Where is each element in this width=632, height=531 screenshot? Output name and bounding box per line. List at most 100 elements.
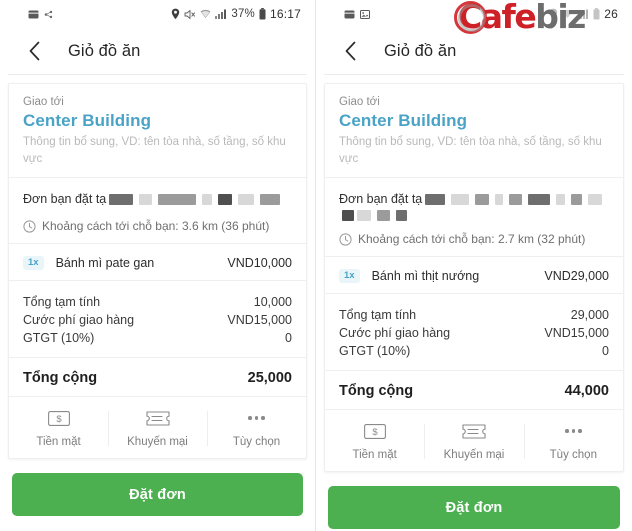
grand-total-value: 44,000 xyxy=(564,383,609,400)
order-item-row[interactable]: 1x Bánh mì thịt nướng VND29,000 xyxy=(339,269,609,283)
item-quantity-badge: 1x xyxy=(23,256,44,270)
items-section: 1x Bánh mì pate gan VND10,000 xyxy=(9,243,306,280)
back-button[interactable] xyxy=(22,39,46,63)
redacted-merchant-block xyxy=(109,194,134,206)
options-button[interactable]: Tùy chọn xyxy=(207,409,306,448)
totals-section: Tổng tạm tính 29,000 Cước phí giao hàng … xyxy=(325,293,623,370)
clock-time-label: 16:17 xyxy=(269,7,301,21)
promotion-label: Khuyến mại xyxy=(127,436,188,449)
redacted-merchant-block xyxy=(377,210,390,222)
battery-icon xyxy=(259,8,266,20)
status-bar-left-icons xyxy=(28,10,53,19)
vat-label: GTGT (10%) xyxy=(23,331,95,346)
redacted-merchant-block xyxy=(451,194,470,206)
bluetooth-share-icon xyxy=(44,10,53,19)
order-card: Giao tới Center Building Thông tin bổ su… xyxy=(8,83,307,460)
submit-area: Đặt đơn xyxy=(0,459,315,517)
mute-icon xyxy=(184,9,196,20)
cash-icon: $ xyxy=(363,422,386,440)
voucher-ticket-icon xyxy=(462,422,486,440)
order-from-row: Đơn bạn đặt tạ xyxy=(23,190,292,209)
place-order-button[interactable]: Đặt đơn xyxy=(328,486,620,530)
chevron-left-icon xyxy=(28,41,41,61)
wallet-icon xyxy=(344,10,355,19)
redacted-merchant-block xyxy=(357,210,371,222)
delivery-address: Center Building xyxy=(23,111,152,130)
page-title: Giỏ đồ ăn xyxy=(384,41,457,60)
promotion-button[interactable]: Khuyến mại xyxy=(424,422,523,461)
distance-row: Khoảng cách tới chỗ bạn: 2.7 km (32 phút… xyxy=(339,232,609,246)
delivery-to-label: Giao tới xyxy=(339,96,380,108)
vat-row: GTGT (10%) 0 xyxy=(339,342,609,360)
redacted-merchant-block xyxy=(260,194,281,206)
redacted-merchant-block xyxy=(588,194,603,206)
item-price: VND29,000 xyxy=(544,269,609,284)
order-card: Giao tới Center Building Thông tin bổ su… xyxy=(324,83,624,473)
status-bar-right-group: 26 xyxy=(549,7,618,21)
order-from-label: Đơn bạn đặt tạ xyxy=(23,192,107,207)
back-button[interactable] xyxy=(338,39,362,63)
options-label: Tùy chọn xyxy=(232,436,281,449)
items-section: 1x Bánh mì thịt nướng VND29,000 xyxy=(325,256,623,293)
signal-bars-icon xyxy=(577,9,589,19)
subtotal-row: Tổng tạm tính 10,000 xyxy=(23,293,292,311)
payment-method-button[interactable]: $ Tiền mặt xyxy=(325,422,424,461)
grand-total-section: Tổng cộng 44,000 xyxy=(325,370,623,409)
vat-value: 0 xyxy=(602,344,609,359)
svg-text:$: $ xyxy=(372,427,378,438)
page-title: Giỏ đồ ăn xyxy=(68,41,141,60)
delivery-fee-row: Cước phí giao hàng VND15,000 xyxy=(339,324,609,342)
cash-icon: $ xyxy=(47,409,70,427)
battery-icon xyxy=(593,8,600,20)
totals-section: Tổng tạm tính 10,000 Cước phí giao hàng … xyxy=(9,280,306,357)
app-bar-divider xyxy=(324,74,624,75)
promotion-label: Khuyến mại xyxy=(443,449,505,462)
delivery-to-label: Giao tới xyxy=(23,96,64,108)
distance-row: Khoảng cách tới chỗ bạn: 3.6 km (36 phút… xyxy=(23,219,292,233)
order-from-label: Đơn bạn đặt tạ xyxy=(339,192,423,207)
distance-text: Khoảng cách tới chỗ bạn: 2.7 km (32 phút… xyxy=(358,232,586,247)
vat-value: 0 xyxy=(285,331,292,346)
payment-method-button[interactable]: $ Tiền mặt xyxy=(9,409,108,448)
wifi-icon xyxy=(562,9,573,19)
grand-total-label: Tổng cộng xyxy=(339,383,414,400)
item-name: Bánh mì pate gan xyxy=(55,256,155,271)
wifi-icon xyxy=(200,9,211,19)
delivery-section[interactable]: Giao tới Center Building Thông tin bổ su… xyxy=(325,84,623,177)
distance-text: Khoảng cách tới chỗ bạn: 3.6 km (36 phút… xyxy=(42,219,270,234)
redacted-merchant-block xyxy=(202,194,213,206)
redacted-merchant-block xyxy=(475,194,490,206)
app-bar-divider xyxy=(8,74,307,75)
more-options-icon xyxy=(565,422,582,440)
redacted-merchant-block xyxy=(528,194,551,206)
promotion-button[interactable]: Khuyến mại xyxy=(108,409,207,448)
redacted-merchant-block xyxy=(139,194,153,206)
grand-total-section: Tổng cộng 25,000 xyxy=(9,357,306,396)
clock-icon xyxy=(23,219,36,233)
redacted-merchant-block xyxy=(571,194,583,206)
grand-total-value: 25,000 xyxy=(247,370,292,387)
subtotal-label: Tổng tạm tính xyxy=(339,308,417,323)
redacted-merchant-block xyxy=(238,194,255,206)
item-price: VND10,000 xyxy=(227,256,292,271)
redacted-merchant-block xyxy=(556,194,566,206)
payment-method-label: Tiền mặt xyxy=(352,449,397,462)
delivery-section[interactable]: Giao tới Center Building Thông tin bổ su… xyxy=(9,84,306,177)
delivery-address: Center Building xyxy=(339,111,468,130)
battery-percent-label: 37% xyxy=(231,8,255,20)
image-icon xyxy=(360,9,370,19)
grand-total-label: Tổng cộng xyxy=(23,370,98,387)
redacted-merchant-block xyxy=(495,194,504,206)
clock-icon xyxy=(339,232,352,246)
options-button[interactable]: Tùy chọn xyxy=(523,422,623,461)
merchant-section: Đơn bạn đặt tạ Khoảng cách tới chỗ bạn: … xyxy=(9,177,306,243)
delivery-fee-label: Cước phí giao hàng xyxy=(339,326,451,341)
order-from-row: Đơn bạn đặt tạ xyxy=(339,190,609,222)
redacted-merchant-block xyxy=(158,194,197,206)
voucher-ticket-icon xyxy=(145,409,170,427)
place-order-button[interactable]: Đặt đơn xyxy=(12,473,303,517)
more-options-icon xyxy=(248,409,265,427)
order-item-row[interactable]: 1x Bánh mì pate gan VND10,000 xyxy=(23,256,292,270)
delivery-address-hint: Thông tin bổ sung, VD: tên tòa nhà, số t… xyxy=(23,136,286,165)
app-bar: Giỏ đồ ăn xyxy=(0,28,315,74)
